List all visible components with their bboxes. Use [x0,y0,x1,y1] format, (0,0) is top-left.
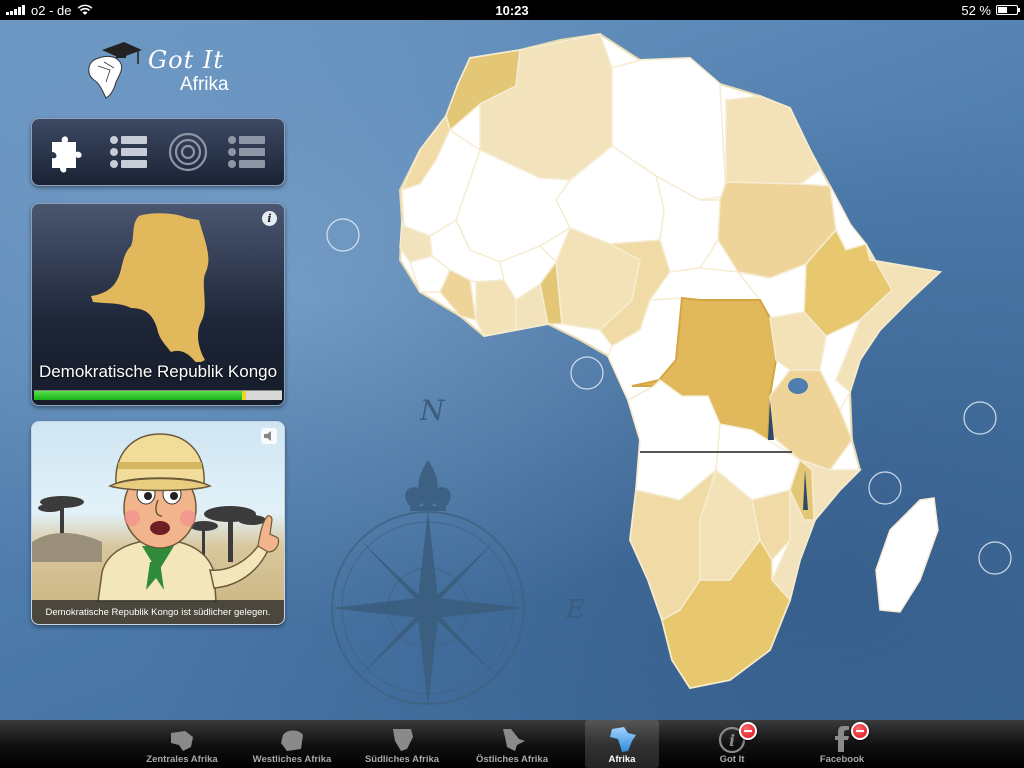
africa-map-svg[interactable] [300,20,1024,720]
explorer-illustration [32,433,280,603]
africa-graduate-icon [88,42,142,99]
list-mode-2-button[interactable] [223,128,271,176]
list-mode-button[interactable] [105,128,153,176]
tab-west-africa[interactable]: Westliches Afrika [237,720,347,768]
country-egypt[interactable] [725,95,821,185]
carrier-label: o2 - de [31,2,72,18]
target-mode-button[interactable] [164,128,212,176]
tab-label: Zentrales Afrika [146,754,218,765]
progress-bar [34,390,282,400]
notification-badge [851,722,869,740]
country-silhouette [91,213,209,362]
wifi-icon [78,4,93,15]
tab-east-africa[interactable]: Östliches Afrika [457,720,567,768]
target-icon [168,132,207,172]
tab-bar: Zentrales Afrika Westliches Afrika Südli… [0,720,1024,768]
country-madagascar[interactable] [875,497,939,613]
battery-icon [996,5,1020,15]
info-icon[interactable]: i [262,211,277,226]
puzzle-icon [51,136,82,173]
signal-icon [6,5,25,15]
country-name-label: Demokratische Republik Kongo [38,362,278,381]
tab-label: Westliches Afrika [252,754,332,765]
puzzle-mode-button[interactable] [46,128,94,176]
clock: 10:23 [495,2,529,18]
explorer-hint-card[interactable]: Demokratische Republik Kongo ist südlich… [31,421,285,625]
tab-label: Südliches Afrika [364,754,440,765]
tab-facebook[interactable]: Facebook [787,720,897,768]
tab-southern-africa[interactable]: Südliches Afrika [347,720,457,768]
lake-victoria [788,378,808,394]
logo-title: Got It [148,46,225,74]
tab-got-it[interactable]: i Got It [677,720,787,768]
battery-percent: 52 % [961,2,991,18]
explorer-caption: Demokratische Republik Kongo ist südlich… [32,600,284,624]
list-icon [109,136,147,168]
tab-label: Afrika [608,754,636,765]
status-bar: o2 - de 10:23 52 % [0,0,1024,20]
progress-bar-fill [34,391,247,400]
southern-africa-icon [393,729,413,751]
mode-toolbar [31,118,285,186]
central-africa-icon [171,731,193,751]
speaker-icon[interactable] [261,428,277,444]
tab-label: Östliches Afrika [476,754,548,765]
tab-africa[interactable]: Afrika [585,720,659,768]
app-logo: Got It Afrika [80,38,260,102]
east-africa-icon [503,729,525,751]
svg-text:i: i [729,731,735,750]
list-icon [227,136,265,168]
logo-subtitle: Afrika [180,74,229,95]
africa-icon [610,727,636,752]
tab-central-africa[interactable]: Zentrales Afrika [127,720,237,768]
current-country-card: i Demokratische Republik Kongo [31,203,285,406]
africa-map[interactable] [300,20,1024,720]
notification-badge [739,722,757,740]
tab-label: Got It [719,754,745,765]
west-africa-icon [281,730,303,751]
tab-label: Facebook [819,754,865,765]
